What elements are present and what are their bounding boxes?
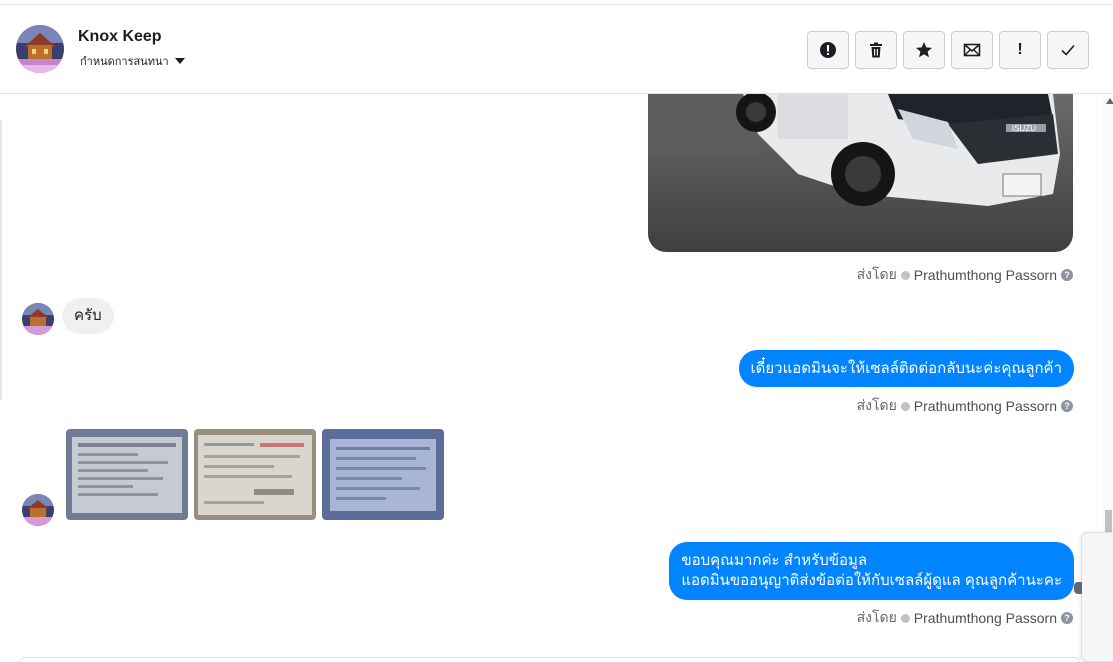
scrollbar-thumb[interactable] xyxy=(1105,510,1112,534)
help-icon[interactable]: ? xyxy=(1061,400,1073,412)
document-photo-thumbnail[interactable] xyxy=(194,429,316,520)
side-panel-handle[interactable] xyxy=(1074,582,1082,594)
help-icon[interactable]: ? xyxy=(1061,269,1073,281)
outgoing-message-bubble[interactable]: ขอบคุณมากค่ะ สำหรับข้อมูล แอดมินขออนุญาต… xyxy=(669,542,1074,600)
spam-button[interactable] xyxy=(807,31,849,69)
conversation-toolbar: ! xyxy=(807,31,1089,69)
side-panel-tab[interactable] xyxy=(1081,532,1113,662)
document-photo-thumbnail[interactable] xyxy=(322,429,444,520)
conversation-header: Knox Keep กำหนดการสนทนา ! xyxy=(0,4,1113,94)
follow-up-button[interactable]: ! xyxy=(999,31,1041,69)
mark-unread-button[interactable] xyxy=(951,31,993,69)
customer-avatar[interactable] xyxy=(22,494,54,526)
agent-status-icon xyxy=(900,401,910,411)
sent-by-prefix: ส่งโดย xyxy=(856,397,897,413)
agent-status-icon xyxy=(900,613,910,623)
agent-status-icon xyxy=(900,270,910,280)
sent-by-agent-link[interactable]: Prathumthong Passorn xyxy=(914,398,1057,414)
sent-by-prefix: ส่งโดย xyxy=(856,609,897,625)
sent-by-line: ส่งโดย Prathumthong Passorn ? xyxy=(857,395,1073,417)
assign-conversation-label: กำหนดการสนทนา xyxy=(80,56,169,68)
alert-circle-icon xyxy=(820,42,836,58)
car-photo-message[interactable]: ISUZU xyxy=(648,94,1073,252)
caret-down-icon xyxy=(174,58,185,64)
sent-by-line: ส่งโดย Prathumthong Passorn ? xyxy=(857,264,1073,286)
exclamation-icon: ! xyxy=(1017,41,1023,58)
sent-by-prefix: ส่งโดย xyxy=(856,266,897,282)
panel-divider xyxy=(0,120,2,400)
star-button[interactable] xyxy=(903,31,945,69)
document-photo-thumbnail[interactable] xyxy=(66,429,188,520)
help-icon[interactable]: ? xyxy=(1061,612,1073,624)
checkmark-icon xyxy=(1061,44,1075,56)
scroll-up-arrow-icon[interactable] xyxy=(1106,98,1113,104)
sent-by-line: ส่งโดย Prathumthong Passorn ? xyxy=(857,607,1073,629)
contact-name[interactable]: Knox Keep xyxy=(78,28,162,46)
contact-avatar[interactable] xyxy=(16,25,64,73)
star-icon xyxy=(916,42,932,58)
trash-icon xyxy=(870,42,882,58)
incoming-message-bubble[interactable]: ครับ xyxy=(62,298,114,334)
sent-by-agent-link[interactable]: Prathumthong Passorn xyxy=(914,610,1057,626)
message-line: แอดมินขออนุญาติส่งข้อต่อให้กับเซลล์ผู้ดู… xyxy=(681,572,1062,589)
svg-text:ISUZU: ISUZU xyxy=(1012,124,1036,133)
mark-done-button[interactable] xyxy=(1047,31,1089,69)
assign-conversation-dropdown[interactable]: กำหนดการสนทนา xyxy=(80,52,185,70)
sent-by-agent-link[interactable]: Prathumthong Passorn xyxy=(914,267,1057,283)
message-line: ขอบคุณมากค่ะ สำหรับข้อมูล xyxy=(681,552,868,569)
delete-button[interactable] xyxy=(855,31,897,69)
customer-avatar[interactable] xyxy=(22,303,54,335)
envelope-icon xyxy=(963,43,981,57)
outgoing-message-bubble[interactable]: เดี๋ยวแอดมินจะให้เซลล์ติดต่อกลับนะค่ะคุณ… xyxy=(738,350,1074,387)
message-composer[interactable] xyxy=(20,657,1080,662)
